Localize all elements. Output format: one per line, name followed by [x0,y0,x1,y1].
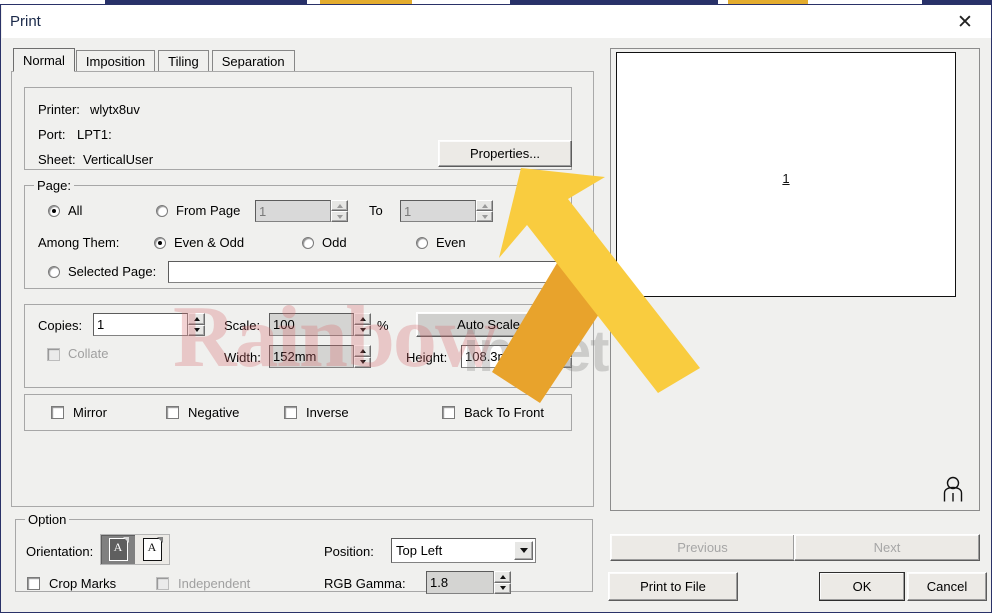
radio-even-and-odd-label: Even & Odd [174,235,245,250]
position-label: Position: [324,544,374,559]
cancel-button[interactable]: Cancel [907,572,987,601]
radio-selected-page[interactable] [48,266,60,278]
radio-odd[interactable] [302,237,314,249]
tab-panel-normal: Printer: wlytx8uv Port: LPT1: Sheet: Ver… [11,71,594,507]
back-to-front-checkbox[interactable] [442,406,455,419]
negative-checkbox[interactable] [166,406,179,419]
title-bar: Print ✕ [2,5,991,38]
properties-button[interactable]: Properties... [438,140,572,167]
independent-checkbox[interactable] [156,577,169,590]
tab-normal[interactable]: Normal [13,48,75,72]
position-dropdown-value: Top Left [396,543,443,558]
option-group-legend: Option [25,512,70,527]
radio-selected-page-label: Selected Page: [68,264,157,279]
position-dropdown[interactable]: Top Left [391,538,536,563]
width-label: Width: [224,350,261,365]
print-preview-panel: 1 [610,48,980,511]
printer-info-group: Printer: wlytx8uv Port: LPT1: Sheet: Ver… [24,87,572,170]
printer-label: Printer: [38,102,80,117]
port-value: LPT1: [77,127,112,142]
radio-from-page-label: From Page [176,203,241,218]
tab-strip: Normal Imposition Tiling Separation [13,48,298,72]
width-input[interactable]: 152mm [269,345,354,368]
inverse-checkbox[interactable] [284,406,297,419]
person-icon [943,476,963,502]
copies-scale-group: Copies: 1 Collate Scale: 100 % Auto Scal… [24,304,572,388]
print-dialog: Print ✕ Normal Imposition Tiling Separation… [0,4,992,613]
collate-checkbox[interactable] [47,348,60,361]
copies-spinner[interactable] [188,313,205,336]
from-page-input[interactable]: 1 [255,200,331,222]
preview-page-number: 1 [782,171,790,186]
height-label: Height: [406,350,448,365]
scale-spinner[interactable] [354,313,371,336]
radio-all[interactable] [48,205,60,217]
crop-marks-label: Crop Marks [49,576,117,591]
negative-label: Negative [188,405,240,420]
to-label: To [369,203,383,218]
height-spinner[interactable] [555,345,572,368]
tab-imposition[interactable]: Imposition [75,50,156,72]
print-to-file-button[interactable]: Print to File [608,572,738,601]
radio-even-and-odd[interactable] [154,237,166,249]
width-spinner[interactable] [354,345,371,368]
radio-all-label: All [68,203,83,218]
scale-input[interactable]: 100 [269,313,354,336]
sheet-value: VerticalUser [83,152,154,167]
orientation-toggle-group: A A [100,534,170,565]
window-title: Print [10,13,41,30]
rgb-gamma-input[interactable]: 1.8 [426,571,494,594]
copies-input[interactable]: 1 [93,313,188,336]
selected-page-input[interactable] [168,261,562,283]
height-input[interactable]: 108.3mm [461,345,555,368]
orientation-label: Orientation: [26,544,94,559]
next-button[interactable]: Next [794,534,980,561]
page-portrait-icon: A [108,537,129,561]
scale-label: Scale: [224,318,261,333]
close-icon[interactable]: ✕ [945,9,985,35]
radio-odd-label: Odd [322,235,347,250]
rgb-gamma-spinner[interactable] [494,571,511,594]
flags-group: Mirror Negative Inverse Back To Front [24,394,572,431]
mirror-label: Mirror [73,405,107,420]
orientation-landscape-button[interactable]: A [135,535,169,564]
collate-label: Collate [68,346,109,361]
page-landscape-icon: A [142,537,163,561]
radio-even[interactable] [416,237,428,249]
to-page-input[interactable]: 1 [400,200,476,222]
auto-scale-button[interactable]: Auto Scale [416,312,561,337]
mirror-checkbox[interactable] [51,406,64,419]
among-them-label: Among Them: [38,235,120,250]
inverse-label: Inverse [306,405,349,420]
orientation-portrait-button[interactable]: A [101,535,135,564]
back-to-front-label: Back To Front [464,405,544,420]
sheet-label: Sheet: [38,152,76,167]
previous-button[interactable]: Previous [610,534,795,561]
page-group-legend: Page: [34,178,74,193]
percent-symbol: % [377,318,389,333]
from-page-spinner[interactable] [331,200,348,222]
ok-button[interactable]: OK [819,572,905,601]
tab-tiling[interactable]: Tiling [158,50,209,72]
radio-even-label: Even [436,235,466,250]
independent-label: Independent [178,576,251,591]
radio-from-page[interactable] [156,205,168,217]
chevron-down-icon[interactable] [514,541,533,560]
copies-label: Copies: [38,318,83,333]
to-page-spinner[interactable] [476,200,493,222]
page-group: Page: All From Page 1 To 1 Among Them: E… [24,178,572,289]
preview-page: 1 [616,52,956,297]
crop-marks-checkbox[interactable] [27,577,40,590]
printer-value: wlytx8uv [90,102,140,117]
tab-separation[interactable]: Separation [211,50,295,72]
rgb-gamma-label: RGB Gamma: [324,576,406,591]
port-label: Port: [38,127,66,142]
